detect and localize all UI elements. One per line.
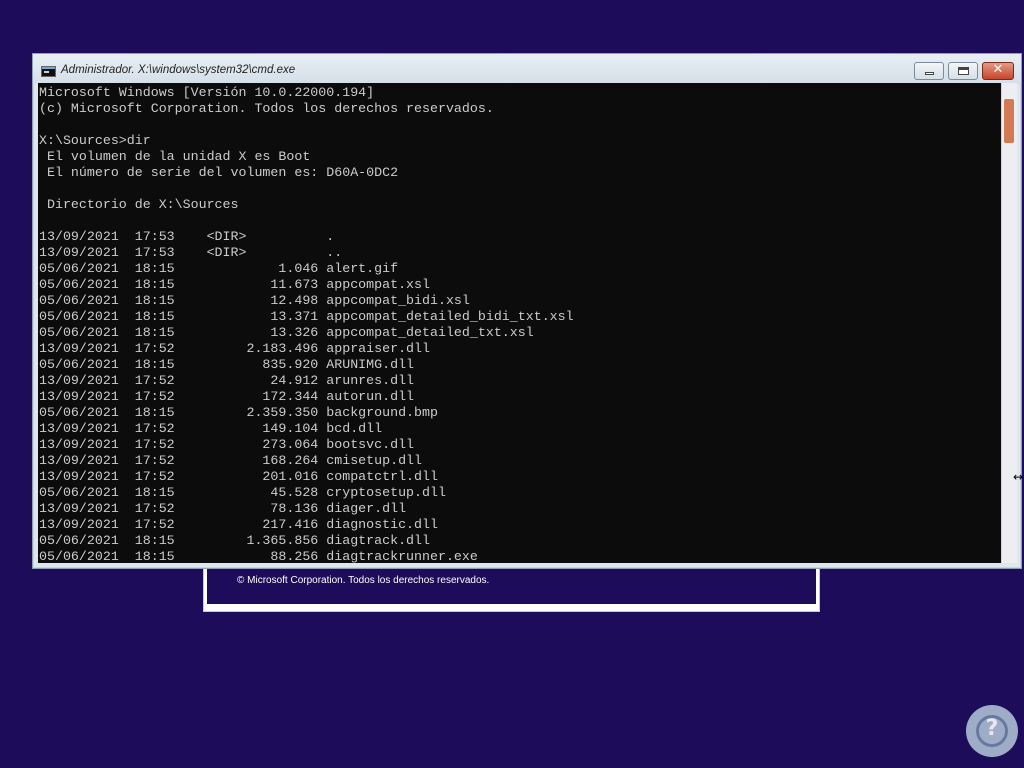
title-bar[interactable]: Administrador. X:\windows\system32\cmd.e… xyxy=(33,54,1021,84)
console-line: 13/09/2021 17:53 <DIR> . xyxy=(39,229,335,244)
console-line: 13/09/2021 17:52 168.264 cmisetup.dll xyxy=(39,453,423,468)
close-icon: ✕ xyxy=(992,62,1004,77)
window-title: Administrador. X:\windows\system32\cmd.e… xyxy=(61,64,296,76)
console-line: 13/09/2021 17:52 217.416 diagnostic.dll xyxy=(39,517,438,532)
console-line: 13/09/2021 17:53 <DIR> .. xyxy=(39,245,343,260)
console-line: 05/06/2021 18:15 2.359.350 background.bm… xyxy=(39,405,438,420)
maximize-button[interactable] xyxy=(948,62,978,80)
console-line: 13/09/2021 17:52 149.104 bcd.dll xyxy=(39,421,383,436)
console-line: 05/06/2021 18:15 12.498 appcompat_bidi.x… xyxy=(39,293,470,308)
console-line: 13/09/2021 17:52 2.183.496 appraiser.dll xyxy=(39,341,430,356)
console-line: 05/06/2021 18:15 1.046 alert.gif xyxy=(39,261,399,276)
console-text: Microsoft Windows [Versión 10.0.22000.19… xyxy=(38,83,1001,563)
logo-glyph: ? xyxy=(985,716,999,741)
console-line: El volumen de la unidad X es Boot xyxy=(39,149,311,164)
console-line: 13/09/2021 17:52 273.064 bootsvc.dll xyxy=(39,437,415,452)
console-line: 05/06/2021 18:15 45.528 cryptosetup.dll xyxy=(39,485,446,500)
console-output[interactable]: Microsoft Windows [Versión 10.0.22000.19… xyxy=(38,83,1001,563)
console-line: Microsoft Windows [Versión 10.0.22000.19… xyxy=(39,85,375,100)
resize-cursor-icon: ↔ xyxy=(1013,470,1024,484)
cmd-icon[interactable] xyxy=(41,66,56,77)
console-line: 05/06/2021 18:15 11.673 appcompat.xsl xyxy=(39,277,430,292)
console-line: 05/06/2021 18:15 13.326 appcompat_detail… xyxy=(39,325,534,340)
console-line: 05/06/2021 18:15 13.371 appcompat_detail… xyxy=(39,309,574,324)
console-line: El número de serie del volumen es: D60A-… xyxy=(39,165,399,180)
console-line: X:\Sources>dir xyxy=(39,133,151,148)
console-line: (c) Microsoft Corporation. Todos los der… xyxy=(39,101,494,116)
close-button[interactable]: ✕ xyxy=(982,62,1014,80)
help-logo-icon: ? xyxy=(966,705,1018,757)
console-line: 13/09/2021 17:52 201.016 compatctrl.dll xyxy=(39,469,438,484)
console-line: 13/09/2021 17:52 78.136 diager.dll xyxy=(39,501,407,516)
console-line: 05/06/2021 18:15 1.365.856 diagtrack.dll xyxy=(39,533,430,548)
cmd-window: Administrador. X:\windows\system32\cmd.e… xyxy=(32,53,1022,569)
setup-copyright: © Microsoft Corporation. Todos los derec… xyxy=(237,575,490,586)
minimize-button[interactable] xyxy=(914,62,944,80)
console-line: 05/06/2021 18:15 835.920 ARUNIMG.dll xyxy=(39,357,415,372)
console-line: 13/09/2021 17:52 172.344 autorun.dll xyxy=(39,389,415,404)
console-line: 13/09/2021 17:52 24.912 arunres.dll xyxy=(39,373,415,388)
scrollbar-thumb[interactable] xyxy=(1004,99,1014,143)
console-line: 05/06/2021 18:15 88.256 diagtrackrunner.… xyxy=(39,549,478,563)
vertical-scrollbar[interactable] xyxy=(1001,83,1017,563)
console-line: Directorio de X:\Sources xyxy=(39,197,239,212)
